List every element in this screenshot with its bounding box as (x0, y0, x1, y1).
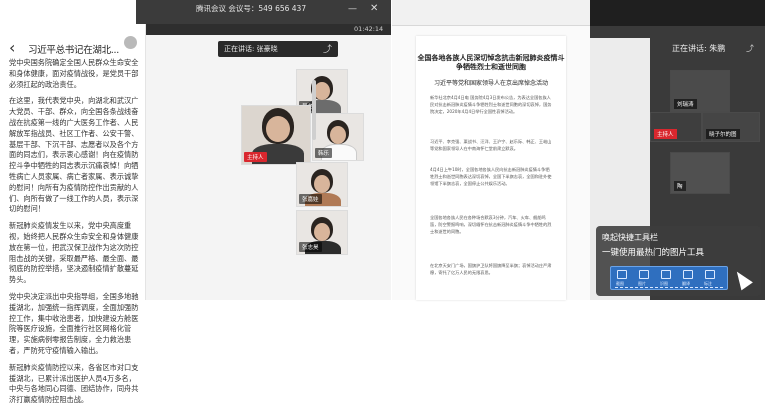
back-icon[interactable]: ‹ (9, 40, 15, 56)
video-tile[interactable]: 陶 (670, 152, 730, 194)
more-icon[interactable] (124, 36, 137, 49)
participant-name: 张志昊 (299, 242, 322, 252)
arrow-icon[interactable]: ⤴ (323, 42, 332, 55)
video-tile[interactable]: 韩乐 (312, 113, 364, 161)
document-title: 全国各地各族人民深切悼念抗击新冠肺炎疫情斗争牺牲烈士和逝世同胞 (417, 54, 565, 71)
document-paragraph: 在北京天安门广场，国旗护卫队将国旗降至半旗；哀悼活动庄严肃穆，寄托了亿万人民的无… (430, 263, 552, 275)
participant-name: 韩乐 (315, 148, 333, 158)
screenshot-icon[interactable] (617, 270, 627, 279)
article-paragraph: 新冠肺炎疫情防控以来，各省区市对口支援湖北，已累计派出医护人员4万多名，中央与各… (9, 362, 139, 405)
recognize-icon[interactable] (661, 270, 671, 279)
close-icon[interactable]: ✕ (370, 3, 378, 14)
host-badge: 主持人 (654, 129, 677, 139)
participant-name: 刘瑞涛 (674, 99, 697, 109)
grid-scrollbar[interactable] (312, 80, 316, 140)
toolbar-tip: 唤起快捷工具栏 一键使用最热门的图片工具 截图 图片 识图 翻译 标注 (596, 226, 761, 296)
translate-icon[interactable] (683, 270, 693, 279)
video-tile[interactable]: 晓子尔的图 (702, 112, 760, 142)
participant-name: 张嘉娃 (299, 194, 322, 204)
article-paragraph: 在这里，我代表党中央，向湖北和武汉广大党员、干部、群众，向全国各条战线奋战在抗疫… (9, 96, 139, 214)
participant-name: 陶 (674, 181, 686, 191)
article-panel: ‹ 习近平总书记在湖北... 党中央国务院确定全国人民群众生命安全和身体健康，面… (0, 0, 146, 404)
participant-name: 晓子尔的图 (706, 129, 740, 139)
tip-line-1: 唤起快捷工具栏 (602, 233, 658, 242)
document-subtitle: 习近平等党和国家领导人在京出席悼念活动 (433, 80, 548, 87)
video-tile[interactable]: 张嘉娃 (296, 162, 348, 207)
minimize-icon[interactable]: — (348, 4, 357, 14)
article-paragraph: 党中央国务院确定全国人民群众生命安全和身体健康，面对疫情战役，是党员干部必须扛起… (9, 58, 139, 89)
annotate-icon[interactable] (705, 270, 715, 279)
article-paragraph: 新冠肺炎疫情发生以来，党中央高度重视，始终把人民群众生命安全和身体健康放在第一位… (9, 221, 139, 285)
document-viewer: 全国各地各族人民深切悼念抗击新冠肺炎疫情斗争牺牲烈士和逝世同胞 习近平等党和国家… (392, 26, 590, 300)
toolbar-divider (615, 287, 723, 288)
video-tile[interactable]: 张志昊 (296, 210, 348, 255)
video-grid: 正在讲话: 张豪晓 ⤴ 吴老 主持人 韩乐 张嘉娃 张志昊 (146, 35, 391, 300)
document-paragraph: 全国各地各族人民在各种场合默哀3分钟，汽车、火车、舰船鸣笛，防空警报鸣响，深切缅… (430, 215, 552, 234)
document-paragraph: 4月4日上午10时，全国各地各族人民向抗击新冠肺炎疫情斗争牺牲烈士和逝世同胞表达… (430, 167, 552, 186)
meeting-timer: 01:42:14 (354, 25, 384, 33)
document-paragraph: 新华社北京4月4日电 国务院4月3日发布公告，为表达全国各族人民对抗击新冠肺炎疫… (430, 95, 552, 114)
right-title-bar (590, 0, 765, 26)
meeting-timer-bar: 01:42:14 (146, 24, 391, 35)
speaker-indicator: 正在讲话: 张豪晓 ⤴ (218, 41, 338, 57)
tip-line-2: 一键使用最热门的图片工具 (602, 248, 705, 258)
host-badge: 主持人 (244, 152, 267, 162)
speaker-label: 正在讲话: 朱鹏 (672, 44, 726, 53)
article-body: 党中央国务院确定全国人民群众生命安全和身体健康，面对疫情战役，是党员干部必须扛起… (9, 58, 140, 412)
meeting-id: 腾讯会议 会议号：549 656 437 (196, 4, 307, 13)
speaker-label: 正在讲话: 张豪晓 (224, 45, 278, 53)
quick-toolbar[interactable]: 截图 图片 识图 翻译 标注 (610, 266, 728, 290)
document-paragraph: 习近平、李克强、栗战书、汪洋、王沪宁、赵乐际、韩正、王岐山等党和国家领导人在中南… (430, 139, 552, 151)
arrow-icon[interactable]: ⤴ (746, 43, 754, 54)
image-icon[interactable] (639, 270, 649, 279)
video-tile[interactable]: 主持人 (241, 105, 311, 165)
video-tile[interactable]: 刘瑞涛 (670, 70, 730, 112)
document-page: 全国各地各族人民深切悼念抗击新冠肺炎疫情斗争牺牲烈士和逝世同胞 习近平等党和国家… (416, 36, 566, 300)
document-toolbar (392, 0, 590, 26)
meeting-title-bar: 腾讯会议 会议号：549 656 437 — ✕ (136, 0, 391, 24)
article-title: 习近平总书记在湖北... (28, 45, 119, 56)
video-tile[interactable]: 主持人 (650, 112, 702, 142)
article-paragraph: 党中央决定派出中央指导组，全国多地驰援湖北，加强统一指挥调度，全面加强防控工作，… (9, 291, 139, 355)
